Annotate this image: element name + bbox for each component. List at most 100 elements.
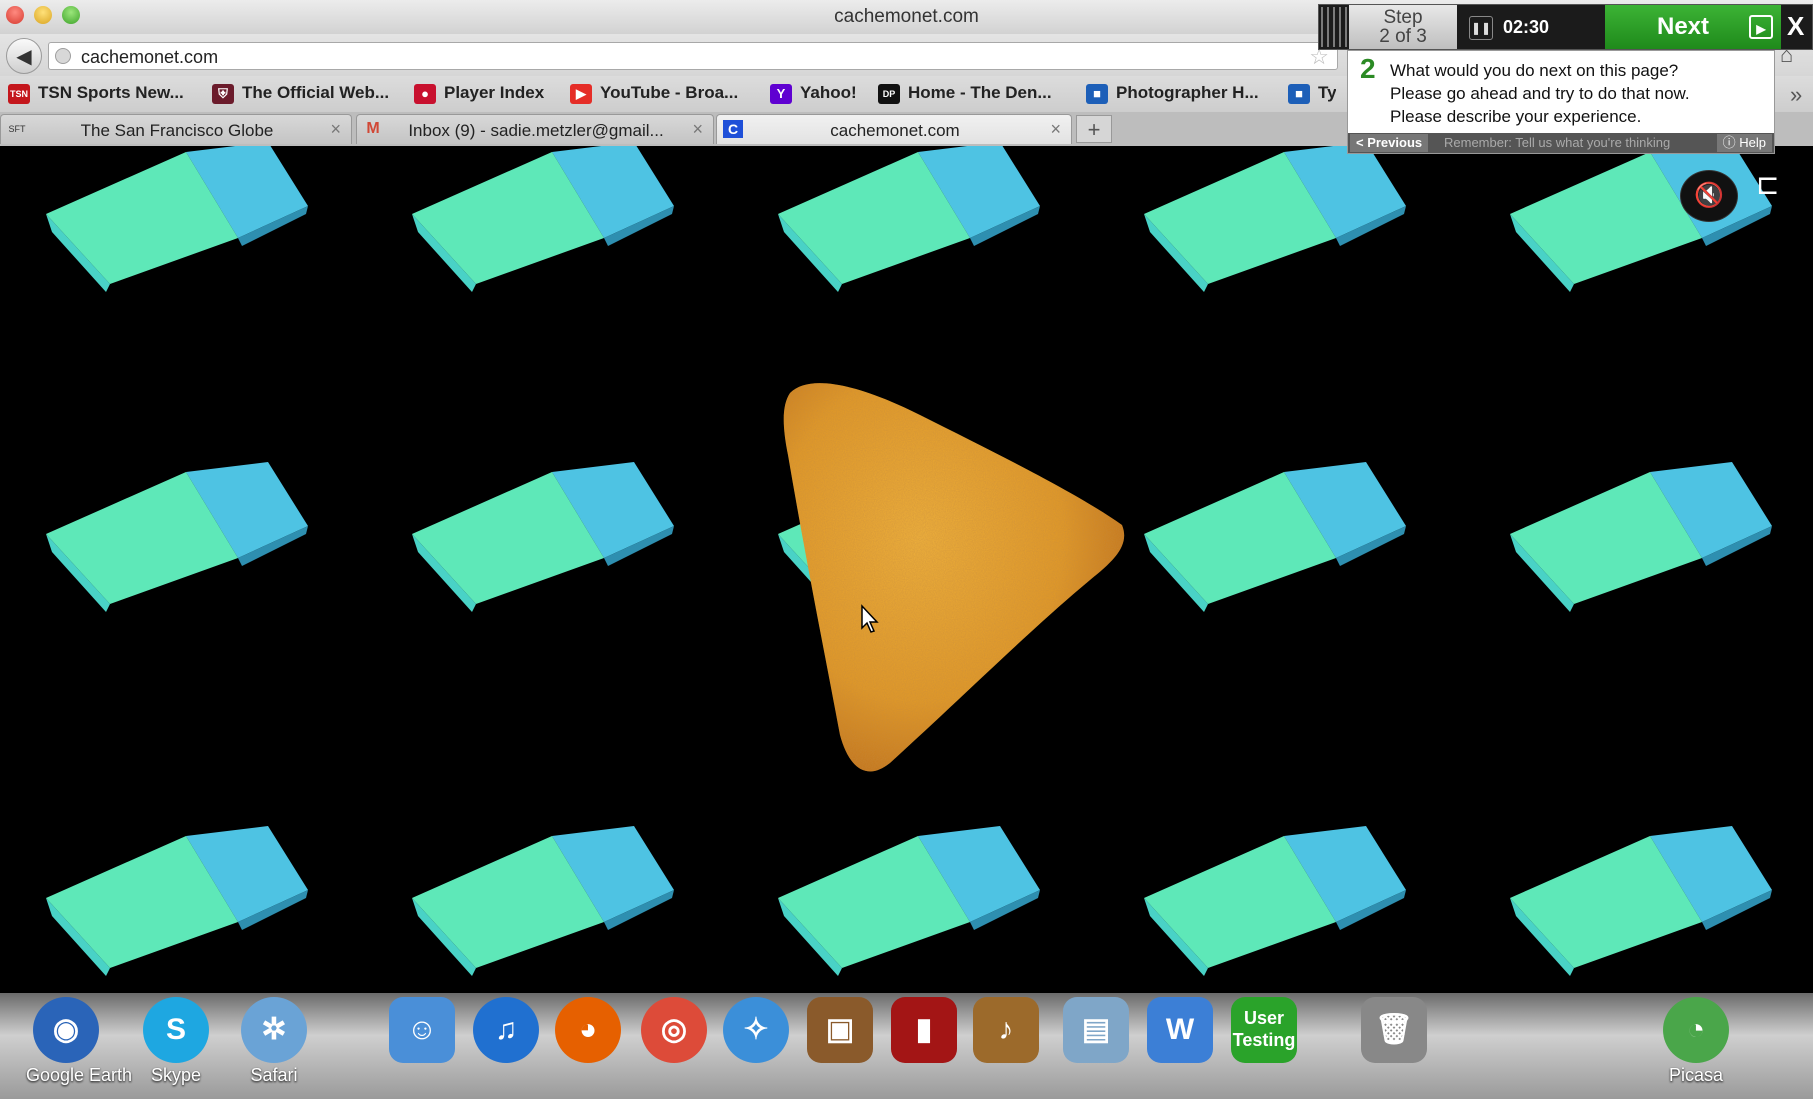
tsn-icon: TSN <box>8 83 30 104</box>
bookmark-label: TSN Sports New... <box>38 83 184 102</box>
tab-close-icon[interactable]: × <box>1050 119 1061 140</box>
cube-shape <box>1510 462 1772 612</box>
back-arrow-icon: ◀ <box>16 46 32 68</box>
dock-item[interactable]: W <box>1140 997 1220 1063</box>
photo-booth-icon: ▮ <box>891 997 957 1063</box>
bookmark-item[interactable]: ■ Photographer H... <box>1086 83 1259 107</box>
address-bar[interactable]: cachemonet.com ☆ <box>48 42 1338 70</box>
cube-shape <box>1144 462 1406 612</box>
safari-icon: ✲ <box>241 997 307 1063</box>
bookmark-item[interactable]: ● Player Index <box>414 83 544 107</box>
dock-item[interactable]: ☺ <box>382 997 462 1063</box>
task-number: 2 <box>1360 53 1376 84</box>
step-indicator: Step 2 of 3 <box>1349 5 1457 49</box>
pause-button[interactable]: ❚❚ <box>1469 16 1493 40</box>
dock-item[interactable]: ✲ Safari <box>234 997 314 1086</box>
tab-label: The San Francisco Globe <box>80 121 274 140</box>
dock-item[interactable]: ✧ <box>716 997 796 1063</box>
team-logo-icon: ⛨ <box>212 83 234 104</box>
bookmark-item[interactable]: ⛨ The Official Web... <box>212 83 389 107</box>
dock-item[interactable]: ▮ <box>884 997 964 1063</box>
bookmarks-overflow-chevron-icon[interactable]: » <box>1790 82 1802 108</box>
tab-label: cachemonet.com <box>830 121 960 140</box>
dock-item[interactable]: ◎ <box>634 997 714 1063</box>
macos-dock: ◉ Google Earth S Skype ✲ Safari ☺ ♫ ◕ ◎ ✧ ▣ ▮ ♪ ▤ W User… <box>0 993 1813 1099</box>
dock-item[interactable]: User Testing <box>1224 997 1304 1063</box>
cube-shape <box>46 462 308 612</box>
help-label: Help <box>1739 135 1766 150</box>
preview-icon: ▤ <box>1063 997 1129 1063</box>
remember-hint: Remember: Tell us what you're thinking <box>1444 135 1671 150</box>
dock-item[interactable]: ▤ <box>1056 997 1136 1063</box>
help-button[interactable]: ⓘ Help <box>1716 134 1772 152</box>
bookmark-item[interactable]: TSN TSN Sports New... <box>8 83 184 107</box>
browser-tab[interactable]: SFT The San Francisco Globe × <box>0 114 352 144</box>
dock-item-label: Picasa <box>1668 1065 1724 1085</box>
drag-handle-icon[interactable] <box>1321 7 1347 47</box>
bookmark-label: The Official Web... <box>242 83 390 102</box>
cube-shape <box>1510 146 1772 292</box>
cube-shape <box>412 462 674 612</box>
trash-icon: 🗑 <box>1361 997 1427 1063</box>
cube-shape <box>778 826 1040 976</box>
close-recorder-button[interactable]: X <box>1787 11 1804 42</box>
bookmark-label: YouTube - Broa... <box>600 83 739 102</box>
next-button[interactable]: Next ▶ <box>1605 5 1781 49</box>
mute-button[interactable]: 🔇 <box>1680 170 1738 222</box>
site-identity-icon[interactable] <box>55 48 71 64</box>
mouse-cursor-icon <box>861 604 879 633</box>
dock-item[interactable]: ♫ <box>466 997 546 1063</box>
task-panel-footer: < Previous Remember: Tell us what you're… <box>1348 133 1774 153</box>
fullscreen-button[interactable]: ⊏ <box>1756 168 1779 201</box>
sft-icon: SFT <box>8 124 26 134</box>
chrome-icon: ◎ <box>641 997 707 1063</box>
dock-item[interactable]: S Skype <box>136 997 216 1086</box>
task-question-line: Please describe your experience. <box>1390 107 1642 126</box>
dock-item[interactable]: ◕ <box>548 997 628 1063</box>
cube-shape <box>778 146 1040 292</box>
skype-icon: S <box>143 997 209 1063</box>
dp-icon: DP <box>878 83 900 104</box>
garageband-icon: ♪ <box>973 997 1039 1063</box>
task-question: What would you do next on this page? Ple… <box>1390 59 1770 128</box>
dock-item-label: Safari <box>250 1065 298 1085</box>
step-title: Step <box>1383 7 1423 28</box>
dock-item[interactable]: 🗑 <box>1354 997 1434 1063</box>
cube-shape <box>1510 826 1772 976</box>
bookmark-cube-icon: ■ <box>1288 83 1310 104</box>
previous-button[interactable]: < Previous <box>1350 134 1429 152</box>
bookmark-item[interactable]: DP Home - The Den... <box>878 83 1052 107</box>
task-question-line: Please go ahead and try to do that now. <box>1390 84 1690 103</box>
dock-item[interactable]: ◔ Picasa <box>1656 997 1736 1086</box>
usertesting-icon-text: User Testing <box>1232 1008 1296 1050</box>
cube-shape <box>412 826 674 976</box>
bookmark-item[interactable]: Y Yahoo! <box>770 83 857 107</box>
new-tab-button[interactable]: + <box>1076 115 1112 143</box>
youtube-icon: ▶ <box>570 83 592 104</box>
dock-item[interactable]: ▣ <box>800 997 880 1063</box>
back-button[interactable]: ◀ <box>6 38 42 74</box>
bookmark-cube-icon: ■ <box>1086 83 1108 104</box>
cube-shape <box>46 826 308 976</box>
dock-item[interactable]: ◉ Google Earth <box>26 997 132 1086</box>
cachemonet-page[interactable]: 🔇 ⊏ <box>0 146 1813 993</box>
cube-shape <box>46 146 308 292</box>
tab-close-icon[interactable]: × <box>692 119 703 140</box>
itunes-icon: ♫ <box>473 997 539 1063</box>
browser-tab[interactable]: M Inbox (9) - sadie.metzler@gmail... × <box>356 114 714 144</box>
word-icon: W <box>1147 997 1213 1063</box>
cube-shape <box>412 146 674 292</box>
cachemonet-icon: C <box>723 120 743 138</box>
browser-tab[interactable]: Ccachemonet.com × <box>716 114 1072 144</box>
url-text[interactable]: cachemonet.com <box>81 47 218 68</box>
help-icon: ⓘ <box>1722 135 1740 150</box>
yahoo-icon: Y <box>770 83 792 104</box>
gmail-icon: M <box>366 120 380 137</box>
step-count: 2 of 3 <box>1379 26 1427 47</box>
dock-item[interactable]: ♪ <box>966 997 1046 1063</box>
bookmark-label: Tyl <box>1318 83 1336 102</box>
tab-close-icon[interactable]: × <box>330 119 341 140</box>
usertesting-icon: User Testing <box>1231 997 1297 1063</box>
bookmark-item[interactable]: ▶ YouTube - Broa... <box>570 83 738 107</box>
bookmark-item[interactable]: ■ Tyl <box>1288 83 1336 107</box>
